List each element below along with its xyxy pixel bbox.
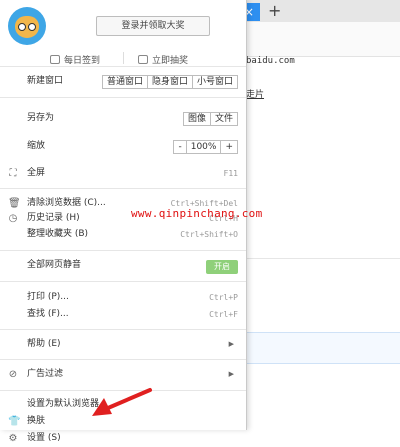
gear-icon: ⚙: [8, 433, 18, 444]
menu-item-settings[interactable]: ⚙ 设置 (S): [0, 430, 246, 447]
settings-label: 设置 (S): [27, 433, 61, 443]
pointer-arrow-icon: [92, 388, 152, 416]
